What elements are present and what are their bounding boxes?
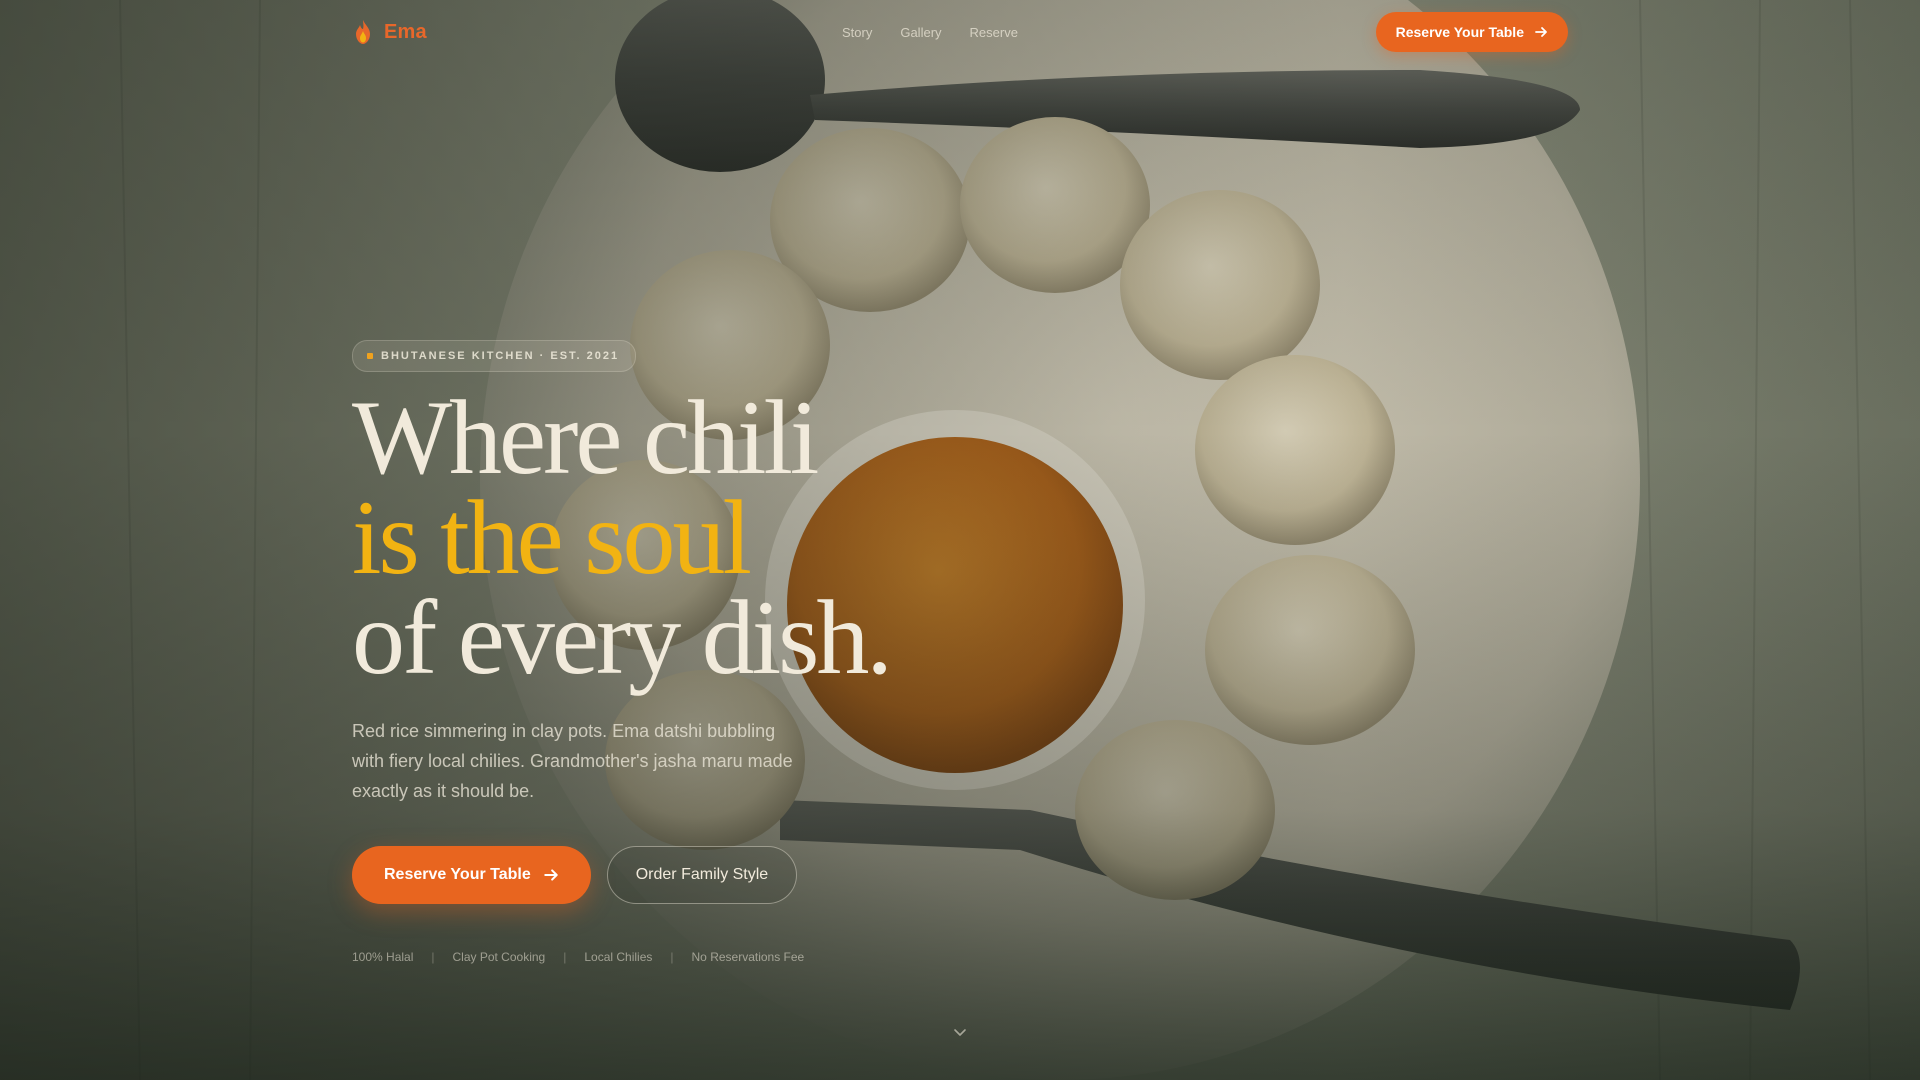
feature-item: Local Chilies <box>584 950 653 964</box>
category-badge: BHUTANESE KITCHEN · EST. 2021 <box>352 340 637 372</box>
headline-line-1: Where chili <box>352 379 819 496</box>
feature-item: 100% Halal <box>352 950 414 964</box>
feature-list: 100% Halal | Clay Pot Cooking | Local Ch… <box>352 950 1052 964</box>
nav-links: Story Gallery Reserve <box>842 25 1018 40</box>
order-family-style-button[interactable]: Order Family Style <box>606 846 798 904</box>
reserve-table-button[interactable]: Reserve Your Table <box>352 846 591 904</box>
brand-name: Ema <box>384 20 427 43</box>
nav-reserve-label: Reserve Your Table <box>1395 24 1524 40</box>
nav-link-gallery[interactable]: Gallery <box>900 25 941 40</box>
feature-divider: | <box>431 950 435 964</box>
hero-section: BHUTANESE KITCHEN · EST. 2021 Where chil… <box>352 340 1052 964</box>
feature-divider: | <box>563 950 567 964</box>
nav-link-reserve[interactable]: Reserve <box>970 25 1018 40</box>
feature-item: No Reservations Fee <box>691 950 805 964</box>
hero-subtitle: Red rice simmering in clay pots. Ema dat… <box>352 721 793 801</box>
badge-text: BHUTANESE KITCHEN · EST. 2021 <box>381 350 620 362</box>
top-navigation: Ema Story Gallery Reserve Reserve Your T… <box>352 12 1568 52</box>
headline-line-2: is the soul <box>352 479 752 596</box>
order-family-style-label: Order Family Style <box>635 866 769 883</box>
badge-dot-icon <box>367 353 373 359</box>
feature-divider: | <box>670 950 674 964</box>
nav-reserve-button[interactable]: Reserve Your Table <box>1375 12 1568 52</box>
hero-cta-group: Reserve Your Table Order Family Style <box>352 846 1052 904</box>
reserve-table-label: Reserve Your Table <box>384 866 531 883</box>
arrow-right-icon <box>543 869 558 881</box>
headline-line-3: of every dish. <box>352 579 893 696</box>
chevron-down-icon[interactable] <box>952 1024 968 1040</box>
arrow-right-icon <box>1535 27 1547 37</box>
nav-link-story[interactable]: Story <box>842 25 872 40</box>
hero-headline: Where chili is the soul of every dish. <box>352 379 1052 696</box>
feature-item: Clay Pot Cooking <box>452 950 546 964</box>
flame-icon <box>356 20 370 44</box>
brand-logo[interactable]: Ema <box>352 19 427 45</box>
